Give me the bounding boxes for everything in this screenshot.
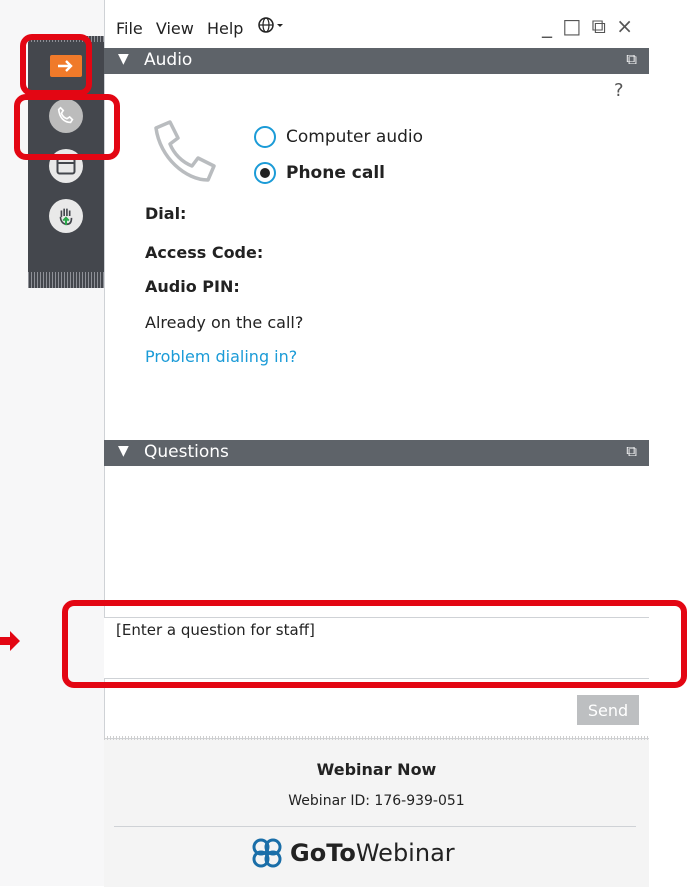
webinar-title: Webinar Now [316,760,437,779]
problem-dialing-link[interactable]: Problem dialing in? [145,347,297,366]
hand-icon [49,199,83,233]
menu-help[interactable]: Help [207,19,243,38]
popout-icon[interactable]: ⧉ [626,50,637,68]
menu-bar: File View Help [116,16,293,38]
minimize-button[interactable]: _ [542,14,554,38]
computer-audio-label: Computer audio [286,127,424,147]
maximize-button[interactable]: □ [562,14,583,38]
footer-grip [104,736,649,740]
webinar-id: Webinar ID: 176-939-051 [288,793,465,809]
raise-hand-button[interactable] [42,194,90,238]
footer-divider [114,826,636,827]
window-controls: _ □ ⧉ × [542,14,635,38]
menu-view[interactable]: View [156,19,194,38]
already-on-call-text: Already on the call? [145,313,304,332]
collapse-caret-icon[interactable]: ▼ [118,443,129,459]
brand-goto: GoTo [290,839,356,867]
gotowebinar-logo: GoTo Webinar [250,838,455,868]
radio-computer-audio[interactable]: Computer audio [254,126,423,148]
menu-file[interactable]: File [116,19,143,38]
questions-section-title: Questions [144,442,229,462]
radio-circle-icon[interactable] [254,126,276,148]
help-icon[interactable]: ? [614,80,624,101]
access-code-label: Access Code: [145,243,264,262]
phone-call-label: Phone call [286,163,385,183]
audio-section-header[interactable]: ▼ Audio ⧉ [104,48,649,74]
close-button[interactable]: × [616,14,635,38]
flower-logo-icon [252,838,282,868]
annotation-box-audio [14,94,120,160]
globe-icon[interactable] [257,17,285,38]
send-button[interactable]: Send [577,695,639,725]
brand-webinar: Webinar [355,839,455,867]
dial-label: Dial: [145,204,187,223]
audio-pin-label: Audio PIN: [145,277,240,296]
radio-phone-call[interactable]: Phone call [254,162,385,184]
questions-section-header[interactable]: ▼ Questions ⧉ [104,440,649,466]
popout-button[interactable]: ⧉ [592,14,608,38]
collapse-caret-icon[interactable]: ▼ [118,51,129,67]
phone-handset-icon [146,118,226,186]
annotation-box-exit [20,34,92,96]
radio-selected-icon[interactable] [254,162,276,184]
annotation-box-question [62,600,687,688]
annotation-arrow-icon [0,630,20,656]
audio-section-title: Audio [144,50,193,70]
popout-icon[interactable]: ⧉ [626,442,637,460]
sidebar-grip-bottom [28,272,104,288]
